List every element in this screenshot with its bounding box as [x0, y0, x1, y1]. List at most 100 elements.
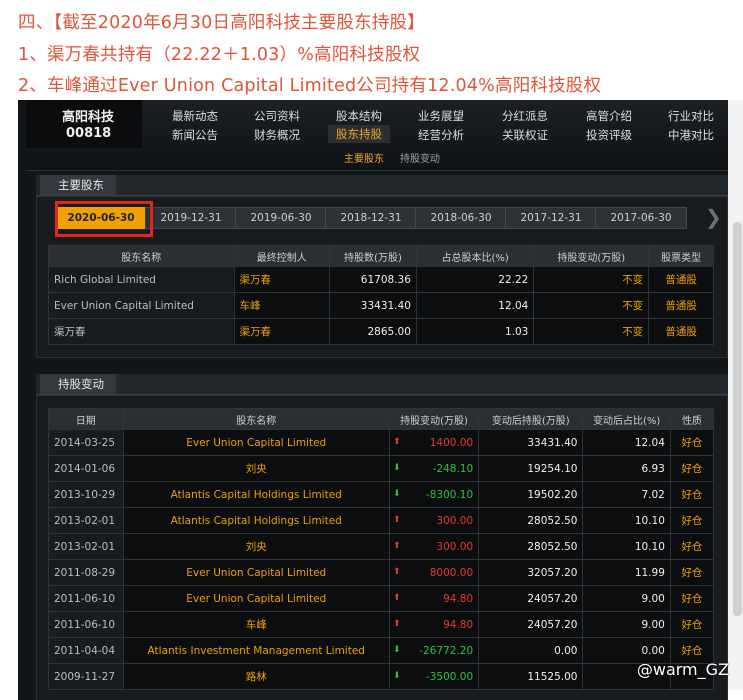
table-row: 2011-06-10 车峰 ⬆ 94.80 24057.20 9.00 好仓 — [48, 611, 715, 638]
table-row: 渠万春 渠万春 2865.00 1.03 不变 普通股 — [48, 318, 714, 345]
holder-name-cell: Atlantis Capital Holdings Limited — [122, 481, 390, 508]
date-tab[interactable]: 2019-12-31 — [145, 207, 237, 229]
table-cell: 61708.36 — [329, 266, 417, 293]
change-value: 94.80 — [443, 592, 474, 605]
date-cell: 2014-01-06 — [48, 455, 124, 482]
date-cell: 2013-02-01 — [48, 533, 124, 560]
table-row: Ever Union Capital Limited 车峰 33431.40 12.0… — [48, 292, 714, 319]
change-value: 8000.00 — [429, 566, 474, 579]
nature-cell: 好仓 — [669, 533, 715, 560]
date-tab[interactable]: 2018-12-31 — [325, 207, 417, 229]
table-row: Rich Global Limited 渠万春 61708.36 22.22 不变 普通股 — [48, 266, 714, 293]
table-header: 变动后持股(万股) — [478, 408, 584, 430]
headline-2: 1、渠万春共持有（22.22＋1.03）%高阳科技股权 — [18, 45, 421, 65]
section-title: 持股变动 — [40, 374, 116, 394]
table-header: 持股变动(万股) — [533, 245, 650, 267]
change-cell: ⬇ -8300.10 — [388, 481, 480, 508]
table-cell: 22.22 — [415, 266, 535, 293]
nav-item[interactable]: 业务展望 — [418, 108, 464, 124]
arrow-down-icon: ⬇ — [392, 462, 401, 473]
table-header: 日期 — [48, 408, 124, 430]
nature-cell: 好仓 — [669, 507, 715, 534]
date-tab[interactable]: 2018-06-30 — [415, 207, 507, 229]
nav-item[interactable]: 最新动态 — [172, 108, 218, 124]
nav-item[interactable]: 股本结构 — [336, 108, 382, 124]
after-holding-cell: 32057.20 — [478, 559, 584, 586]
date-tab[interactable]: 2017-12-31 — [505, 207, 597, 229]
table-row: 2011-06-10 Ever Union Capital Limited ⬆ 94.… — [48, 585, 715, 612]
nav-item[interactable]: 分红派息 — [502, 108, 548, 124]
table-header: 变动后占比(%) — [582, 408, 671, 430]
table-header: 股东名称 — [48, 245, 235, 267]
date-cell: 2009-11-27 — [48, 663, 124, 690]
table-header: 股东名称 — [122, 408, 390, 430]
holder-name-cell: Ever Union Capital Limited — [122, 585, 390, 612]
date-tab[interactable]: 2019-06-30 — [235, 207, 327, 229]
table-header: 持股变动(万股) — [388, 408, 480, 430]
major-holders-table: 股东名称 最终控制人 持股数(万股) 占总股本比(%) 持股变动(万股) 股票类型 Ric… — [48, 245, 714, 345]
arrow-up-icon: ⬆ — [392, 514, 401, 525]
date-cell: 2013-02-01 — [48, 507, 124, 534]
nav-item[interactable]: 关联权证 — [502, 127, 548, 143]
nature-cell: 好仓 — [669, 559, 715, 586]
table-cell: 普通股 — [648, 292, 714, 319]
subnav-major-holders[interactable]: 主要股东 — [344, 150, 384, 165]
table-cell: 33431.40 — [329, 292, 417, 319]
table-cell: Ever Union Capital Limited — [48, 292, 235, 319]
nav-item[interactable]: 公司资料 — [254, 108, 300, 124]
subnav-holding-changes[interactable]: 持股变动 — [400, 150, 440, 165]
change-value: -248.10 — [432, 462, 474, 475]
page-scrollbar-thumb[interactable] — [733, 222, 742, 616]
table-row: 2013-02-01 刘央 ⬆ 300.00 28052.50 10.10 好仓 — [48, 533, 715, 560]
watermark: @warm_GZ — [636, 660, 729, 679]
change-value: -26772.20 — [419, 644, 474, 657]
highlight-box — [55, 201, 153, 237]
stock-panel: 高阳科技 00818 最新动态 公司资料 股本结构 业务展望 分红派息 高管介绍 行业对比 … — [18, 100, 728, 700]
date-cell: 2014-03-25 — [48, 429, 124, 456]
table-cell: 1.03 — [415, 318, 535, 345]
table-row: 2014-01-06 刘央 ⬇ -248.10 19254.10 6.93 好仓 — [48, 455, 715, 482]
after-pct-cell: 10.10 — [582, 533, 671, 560]
change-value: 300.00 — [436, 540, 474, 553]
date-cell: 2011-06-10 — [48, 611, 124, 638]
after-holding-cell: 28052.50 — [478, 507, 584, 534]
nav-item[interactable]: 中港对比 — [668, 127, 714, 143]
holding-changes-box: 日期 股东名称 持股变动(万股) 变动后持股(万股) 变动后占比(%) 性质 2014-0… — [36, 395, 728, 700]
nature-cell: 好仓 — [669, 429, 715, 456]
after-holding-cell: 11525.00 — [478, 663, 584, 690]
holder-name-cell: Ever Union Capital Limited — [122, 559, 390, 586]
after-holding-cell: 19254.10 — [478, 455, 584, 482]
after-pct-cell: 9.00 — [582, 611, 671, 638]
nav-item[interactable]: 投资评级 — [586, 127, 632, 143]
table-row: 2013-02-01 Atlantis Capital Holdings Limi… — [48, 507, 715, 534]
nav-item[interactable]: 财务概况 — [254, 127, 300, 143]
holder-name-cell: Atlantis Capital Holdings Limited — [122, 507, 390, 534]
nav-item[interactable]: 经营分析 — [418, 127, 464, 143]
table-row: 2011-08-29 Ever Union Capital Limited ⬆ 800… — [48, 559, 715, 586]
arrow-up-icon: ⬆ — [392, 592, 401, 603]
chevron-right-icon[interactable]: ❯ — [705, 205, 722, 229]
arrow-down-icon: ⬇ — [392, 670, 401, 681]
nav-item[interactable]: 高管介绍 — [586, 108, 632, 124]
nav-item-active[interactable]: 股东持股 — [328, 125, 390, 143]
change-cell: ⬇ -248.10 — [388, 455, 480, 482]
after-pct-cell: 9.00 — [582, 585, 671, 612]
table-cell: 渠万春 — [233, 266, 331, 293]
stock-nav: 高阳科技 00818 最新动态 公司资料 股本结构 业务展望 分红派息 高管介绍 行业对比 … — [26, 100, 728, 171]
date-tab[interactable]: 2017-06-30 — [595, 207, 687, 229]
table-row: 2014-03-25 Ever Union Capital Limited ⬆ 140… — [48, 429, 715, 456]
after-holding-cell: 33431.40 — [478, 429, 584, 456]
table-cell: 普通股 — [648, 266, 714, 293]
change-cell: ⬆ 1400.00 — [388, 429, 480, 456]
change-cell: ⬆ 94.80 — [388, 611, 480, 638]
nav-item[interactable]: 新闻公告 — [172, 127, 218, 143]
major-holders-box: 2020-06-30 2019-12-31 2019-06-30 2018-12-31… — [36, 196, 728, 358]
change-cell: ⬇ -3500.00 — [388, 663, 480, 690]
nav-item[interactable]: 行业对比 — [668, 108, 714, 124]
after-pct-cell: 10.10 — [582, 507, 671, 534]
arrow-down-icon: ⬇ — [392, 488, 401, 499]
table-cell: 车峰 — [233, 292, 331, 319]
arrow-up-icon: ⬆ — [392, 618, 401, 629]
after-pct-cell: 6.93 — [582, 455, 671, 482]
table-cell: 普通股 — [648, 318, 714, 345]
